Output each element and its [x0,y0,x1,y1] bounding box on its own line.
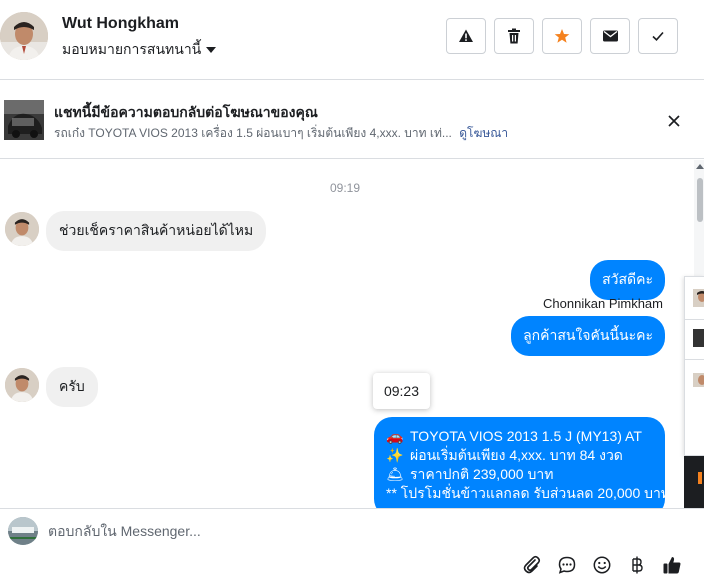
ad-description: รถเก๋ง TOYOTA VIOS 2013 เครื่อง 1.5 ผ่อน… [54,126,452,140]
close-banner-button[interactable] [664,111,684,131]
promo-line-text: ราคาปกติ 239,000 บาท [410,466,554,482]
view-ad-link[interactable]: ดูโฆษณา [459,126,508,140]
promo-line-text: ** โปรโมชั่นข้าวแลกลด รับส่วนลด 20,000 บ… [386,485,665,501]
promo-line: ✨ ผ่อนเริ่มต้นเพียง 4,xxx. บาท 84 งวด [386,446,653,465]
outgoing-message[interactable]: ลูกค้าสนใจคันนี้นะคะ [511,316,665,356]
scroll-up-icon[interactable] [696,164,704,169]
assign-label: มอบหมายการสนทนานี้ [62,41,202,57]
promo-line: 🚗 TOYOTA VIOS 2013 1.5 J (MY13) AT [386,427,653,446]
paperclip-icon [523,555,541,574]
ad-banner-title: แชทนี้มีข้อความตอบกลับต่อโฆษณาของคุณ [54,104,318,120]
close-icon [668,115,680,127]
mark-done-button[interactable] [638,18,678,54]
side-panel-marker [698,472,702,484]
envelope-icon [602,30,618,42]
outgoing-message[interactable]: สวัสดีคะ [590,260,665,300]
side-avatar[interactable] [693,289,704,307]
attach-button[interactable] [520,553,544,577]
sparkles-icon: ✨ [386,447,404,463]
bell-icon: 🛎 [386,466,404,482]
delete-button[interactable] [494,18,534,54]
message-thread[interactable]: 09:19 ช่วยเช็คราคาสินค้าหน่อยได้ไหม สวัส… [0,160,704,508]
composer-tools [520,553,684,577]
report-button[interactable] [446,18,486,54]
trash-icon [508,28,520,44]
smiley-icon [593,556,611,574]
sender-name: Chonnikan Pimkham [543,296,663,311]
star-icon [554,29,570,43]
contact-avatar-small[interactable] [5,368,39,402]
conversation-header: Wut Hongkham มอบหมายการสนทนานี้ [0,0,704,80]
baht-icon [632,556,643,574]
promo-line: ** โปรโมชั่นข้าวแลกลด รับส่วนลด 20,000 บ… [386,484,665,503]
incoming-message[interactable]: ครับ [46,367,98,407]
assign-conversation-dropdown[interactable]: มอบหมายการสนทนานี้ [62,39,217,61]
incoming-message[interactable]: ช่วยเช็คราคาสินค้าหน่อยได้ไหม [46,211,267,251]
mark-unread-button[interactable] [590,18,630,54]
promo-line-text: TOYOTA VIOS 2013 1.5 J (MY13) AT [410,428,642,444]
check-icon [652,31,664,41]
promo-line: 🛎 ราคาปกติ 239,000 บาท [386,465,653,484]
ad-banner-subtitle: รถเก๋ง TOYOTA VIOS 2013 เครื่อง 1.5 ผ่อน… [54,124,508,143]
message-input[interactable] [48,521,448,541]
timestamp-separator: 09:19 [329,181,361,195]
contact-avatar-small[interactable] [5,212,39,246]
side-panel-dark-edge [684,456,704,508]
emoji-button[interactable] [590,553,614,577]
reply-composer [0,508,704,584]
side-avatar[interactable] [693,373,704,387]
side-panel-edge[interactable] [684,276,704,456]
ad-reply-banner: แชทนี้มีข้อความตอบกลับต่อโฆษณาของคุณ รถเ… [0,81,704,159]
contact-name[interactable]: Wut Hongkham [62,15,179,33]
like-button[interactable] [660,553,684,577]
contact-avatar[interactable] [0,12,48,60]
timestamp-tooltip: 09:23 [373,373,430,409]
payment-button[interactable] [625,553,649,577]
thumbs-up-icon [663,557,681,574]
side-ad-thumbnail[interactable] [693,329,704,347]
page-avatar [8,517,38,545]
header-actions [446,18,678,54]
outgoing-promo-message[interactable]: 🚗 TOYOTA VIOS 2013 1.5 J (MY13) AT ✨ ผ่อ… [374,417,665,508]
scrollbar-thumb[interactable] [697,178,703,222]
warning-icon [459,29,473,42]
car-icon: 🚗 [386,428,404,444]
saved-replies-button[interactable] [555,553,579,577]
ad-thumbnail[interactable] [4,100,44,140]
caret-down-icon [206,47,217,53]
chat-bubble-icon [558,556,576,574]
divider [685,319,704,320]
divider [685,359,704,360]
promo-line-text: ผ่อนเริ่มต้นเพียง 4,xxx. บาท 84 งวด [410,447,623,463]
star-button[interactable] [542,18,582,54]
